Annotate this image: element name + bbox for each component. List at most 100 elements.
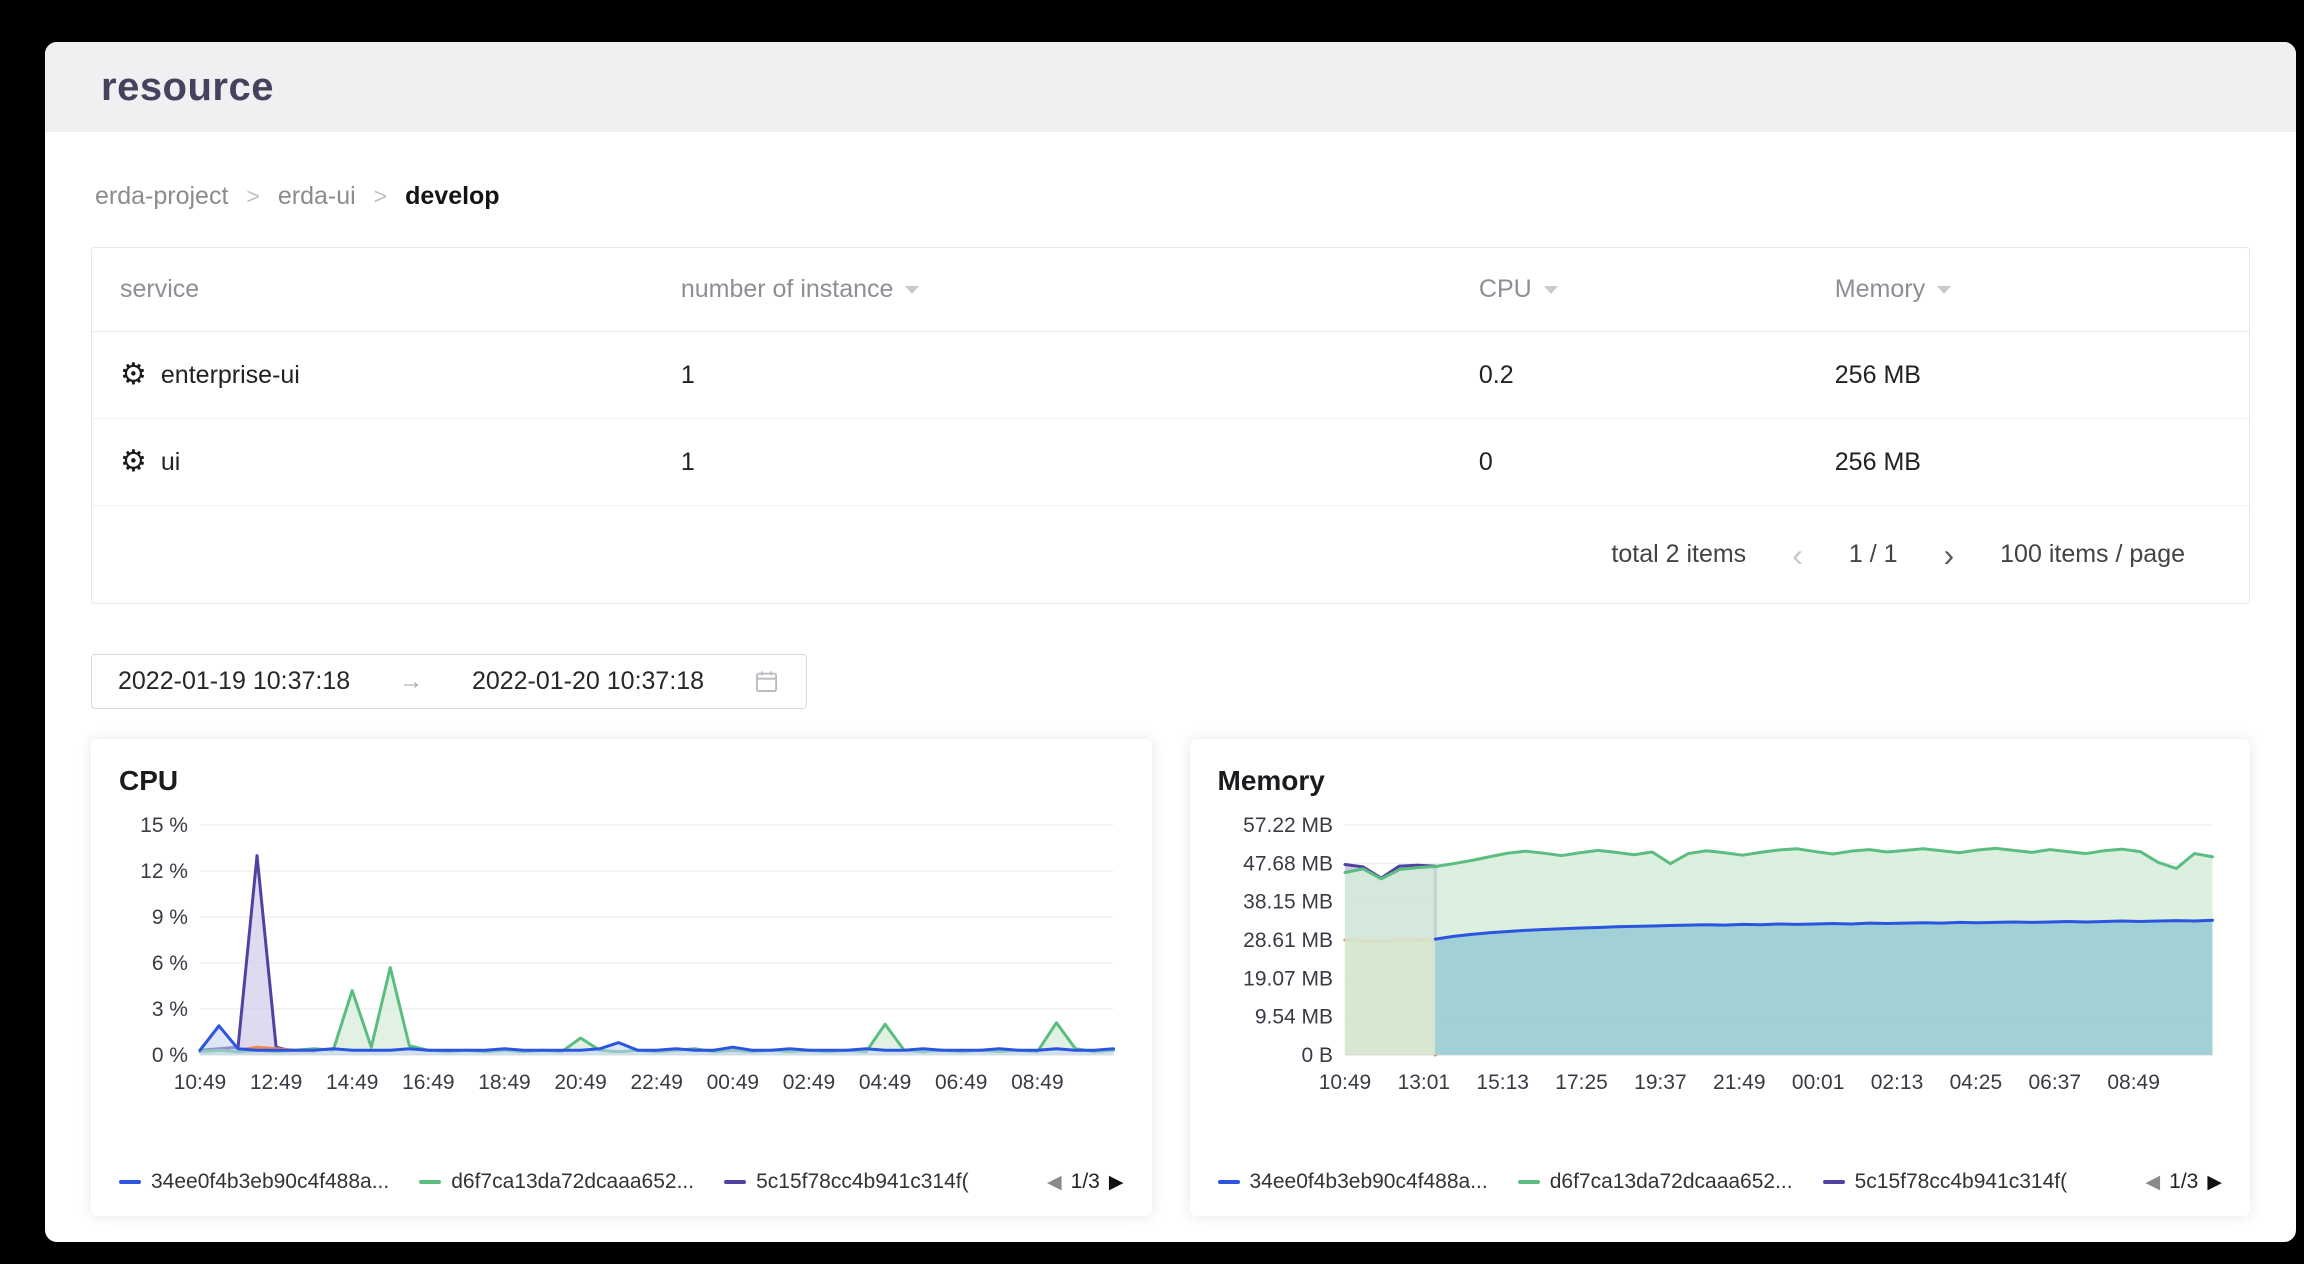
column-header-cpu[interactable]: CPU: [1451, 275, 1807, 304]
column-label: Memory: [1835, 275, 1925, 304]
charts-section: CPU 0 %3 %6 %9 %12 %15 %10:4912:4914:491…: [91, 739, 2250, 1216]
column-header-instances[interactable]: number of instance: [653, 275, 1451, 304]
legend-item[interactable]: d6f7ca13da72dcaaa652...: [419, 1170, 694, 1194]
chart-legend: 34ee0f4b3eb90c4f488a... d6f7ca13da72dcaaa…: [119, 1170, 1124, 1194]
breadcrumb-item-app[interactable]: erda-ui: [278, 182, 356, 211]
x-axis-label: 18:49: [478, 1071, 530, 1094]
series-area: [200, 856, 314, 1055]
memory-cell: 256 MB: [1807, 361, 2249, 390]
service-cell[interactable]: ⚙ ui: [92, 447, 653, 477]
series-area: [1435, 920, 2212, 1055]
prev-page-button[interactable]: ‹: [1792, 539, 1803, 571]
legend-marker-icon: [1518, 1180, 1540, 1184]
y-axis-label: 6 %: [152, 952, 188, 975]
x-axis-label: 17:25: [1555, 1071, 1607, 1094]
legend-pager: ◀1/3▶: [2146, 1170, 2222, 1194]
x-axis-label: 06:37: [2028, 1071, 2080, 1094]
calendar-icon[interactable]: [753, 668, 780, 695]
y-axis-label: 57.22 MB: [1243, 814, 1333, 837]
page-size-select[interactable]: 100 items / page: [2000, 540, 2185, 569]
legend-label: 5c15f78cc4b941c314f(: [756, 1170, 969, 1194]
caret-down-icon[interactable]: [1544, 286, 1558, 294]
breadcrumb-separator-icon: >: [246, 183, 259, 210]
x-axis-label: 10:49: [174, 1071, 226, 1094]
caret-down-icon[interactable]: [1937, 286, 1951, 294]
cpu-cell: 0.2: [1451, 361, 1807, 390]
table-row[interactable]: ⚙ enterprise-ui 1 0.2 256 MB: [92, 332, 2249, 419]
legend-prev-button[interactable]: ◀: [1047, 1171, 1062, 1194]
breadcrumb: erda-project > erda-ui > develop: [91, 182, 2250, 211]
range-start-value[interactable]: 2022-01-19 10:37:18: [118, 667, 350, 696]
cpu-cell: 0: [1451, 448, 1807, 477]
page-header: resource: [45, 42, 2296, 132]
gear-icon: ⚙: [120, 447, 147, 477]
x-axis-label: 10:49: [1318, 1071, 1370, 1094]
legend-marker-icon: [724, 1180, 746, 1184]
legend-label: d6f7ca13da72dcaaa652...: [1550, 1170, 1793, 1194]
y-axis-label: 15 %: [140, 814, 188, 837]
cpu-chart-card: CPU 0 %3 %6 %9 %12 %15 %10:4912:4914:491…: [91, 739, 1152, 1216]
breadcrumb-separator-icon: >: [374, 183, 387, 210]
x-axis-label: 04:49: [859, 1071, 911, 1094]
legend-page-indicator: 1/3: [1071, 1170, 1100, 1194]
chart-legend: 34ee0f4b3eb90c4f488a... d6f7ca13da72dcaaa…: [1218, 1170, 2223, 1194]
page-content: erda-project > erda-ui > develop service…: [45, 182, 2296, 1216]
legend-label: 5c15f78cc4b941c314f(: [1855, 1170, 2068, 1194]
y-axis-label: 19.07 MB: [1243, 967, 1333, 990]
chart-title: Memory: [1218, 765, 2223, 797]
legend-item[interactable]: 34ee0f4b3eb90c4f488a...: [1218, 1170, 1488, 1194]
column-header-service: service: [92, 275, 653, 304]
column-header-memory[interactable]: Memory: [1807, 275, 2249, 304]
y-axis-label: 3 %: [152, 998, 188, 1021]
service-cell[interactable]: ⚙ enterprise-ui: [92, 360, 653, 390]
legend-marker-icon: [419, 1180, 441, 1184]
table-pagination: total 2 items ‹ 1 / 1 › 100 items / page: [92, 506, 2249, 603]
table-row[interactable]: ⚙ ui 1 0 256 MB: [92, 419, 2249, 506]
column-label: number of instance: [681, 275, 894, 304]
service-name[interactable]: ui: [161, 448, 180, 477]
x-axis-label: 14:49: [326, 1071, 378, 1094]
y-axis-label: 47.68 MB: [1243, 852, 1333, 875]
legend-item[interactable]: 34ee0f4b3eb90c4f488a...: [119, 1170, 389, 1194]
breadcrumb-item-project[interactable]: erda-project: [95, 182, 228, 211]
legend-label: 34ee0f4b3eb90c4f488a...: [151, 1170, 389, 1194]
legend-prev-button[interactable]: ◀: [2146, 1171, 2161, 1194]
service-name[interactable]: enterprise-ui: [161, 361, 300, 390]
services-table: service number of instance CPU Memory ⚙: [91, 247, 2250, 604]
legend-label: d6f7ca13da72dcaaa652...: [451, 1170, 694, 1194]
x-axis-label: 08:49: [1011, 1071, 1063, 1094]
range-end-value[interactable]: 2022-01-20 10:37:18: [472, 667, 704, 696]
y-axis-label: 28.61 MB: [1243, 929, 1333, 952]
instances-cell: 1: [653, 361, 1451, 390]
legend-item[interactable]: d6f7ca13da72dcaaa652...: [1518, 1170, 1793, 1194]
x-axis-label: 19:37: [1634, 1071, 1686, 1094]
caret-down-icon[interactable]: [905, 286, 919, 294]
x-axis-label: 04:25: [1949, 1071, 2001, 1094]
page-indicator: 1 / 1: [1849, 540, 1898, 569]
y-axis-label: 0 %: [152, 1044, 188, 1067]
legend-marker-icon: [1218, 1180, 1240, 1184]
legend-label: 34ee0f4b3eb90c4f488a...: [1250, 1170, 1488, 1194]
date-range-picker[interactable]: 2022-01-19 10:37:18 → 2022-01-20 10:37:1…: [91, 654, 807, 709]
cpu-chart-canvas: 0 %3 %6 %9 %12 %15 %10:4912:4914:4916:49…: [119, 809, 1124, 1119]
next-page-button[interactable]: ›: [1944, 539, 1955, 571]
x-axis-label: 21:49: [1713, 1071, 1765, 1094]
gear-icon: ⚙: [120, 360, 147, 390]
legend-pager: ◀ 1/3 ▶: [1047, 1170, 1123, 1194]
legend-next-button[interactable]: ▶: [1109, 1171, 1124, 1194]
x-axis-label: 06:49: [935, 1071, 987, 1094]
resource-page: resource erda-project > erda-ui > develo…: [45, 42, 2296, 1242]
range-arrow-icon: →: [399, 668, 423, 696]
x-axis-label: 08:49: [2107, 1071, 2159, 1094]
series-line: [200, 968, 1114, 1052]
legend-next-button[interactable]: ▶: [2207, 1171, 2222, 1194]
breadcrumb-item-branch: develop: [405, 182, 499, 211]
y-axis-label: 0 B: [1301, 1044, 1332, 1067]
table-header-row: service number of instance CPU Memory: [92, 248, 2249, 332]
legend-item[interactable]: 5c15f78cc4b941c314f(: [1823, 1170, 2068, 1194]
x-axis-label: 13:01: [1397, 1071, 1449, 1094]
legend-item[interactable]: 5c15f78cc4b941c314f(: [724, 1170, 969, 1194]
y-axis-label: 12 %: [140, 860, 188, 883]
legend-marker-icon: [119, 1180, 141, 1184]
y-axis-label: 9.54 MB: [1254, 1006, 1332, 1029]
